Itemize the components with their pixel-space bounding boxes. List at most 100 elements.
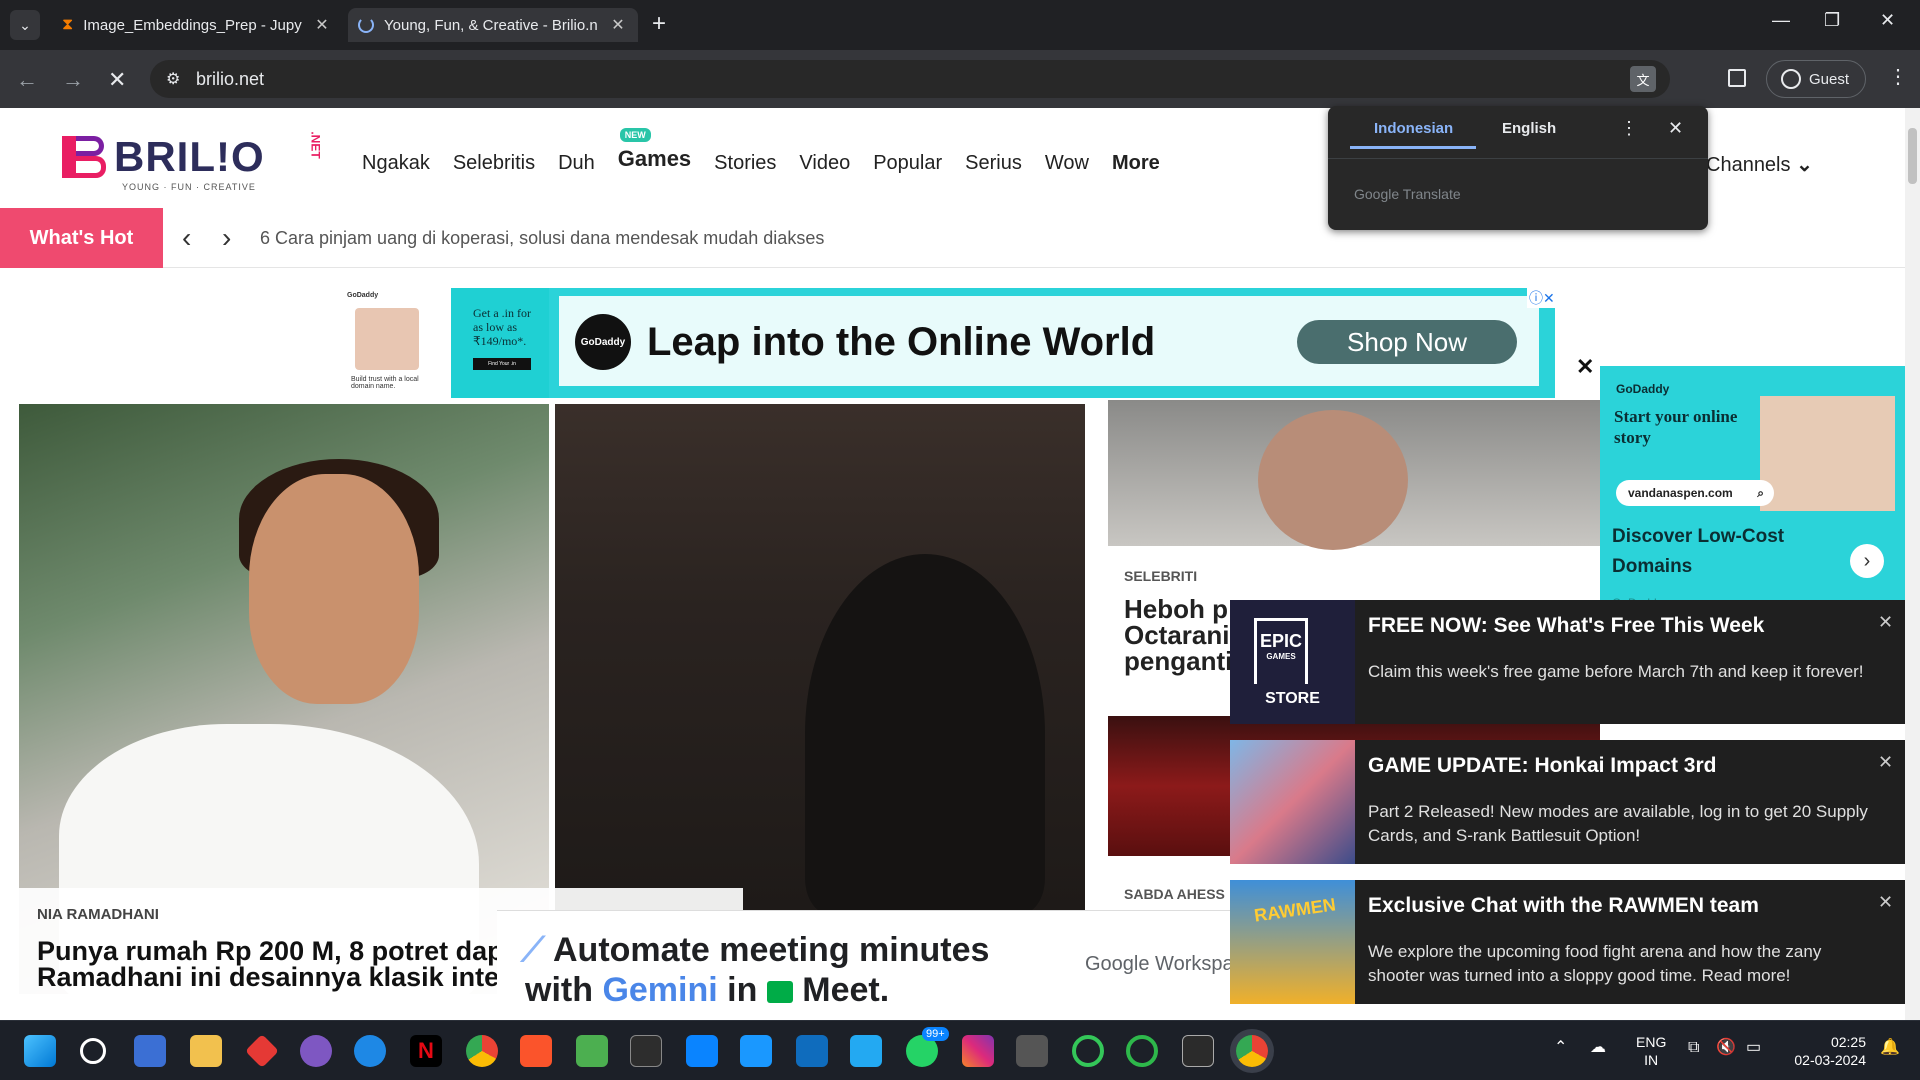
side-panel-icon[interactable] bbox=[1728, 69, 1746, 87]
article-title[interactable]: Heboh p Octarani penganti bbox=[1124, 596, 1234, 674]
close-icon[interactable]: ✕ bbox=[1878, 612, 1893, 633]
close-ad-icon[interactable]: ✕ bbox=[1576, 354, 1594, 380]
site-info-icon[interactable]: ⚙ bbox=[166, 69, 180, 89]
search-icon[interactable] bbox=[80, 1038, 106, 1064]
channels-dropdown[interactable]: Channels ⌄ bbox=[1706, 152, 1813, 177]
notification-body: We explore the upcoming food fight arena… bbox=[1368, 942, 1822, 985]
forward-icon[interactable]: → bbox=[62, 67, 84, 93]
channels-label: Channels bbox=[1706, 154, 1791, 176]
image-viewer-icon[interactable] bbox=[576, 1035, 608, 1067]
language-indicator[interactable]: ENG IN bbox=[1636, 1033, 1666, 1069]
close-icon[interactable]: ✕ bbox=[1668, 118, 1683, 139]
menu-item-video[interactable]: Video bbox=[799, 152, 850, 178]
instagram-icon[interactable] bbox=[962, 1035, 994, 1067]
menu-item-wow[interactable]: Wow bbox=[1045, 152, 1089, 178]
google-workspace-ad[interactable]: ⟋ Automate meeting minutes with Gemini i… bbox=[497, 910, 1255, 1020]
translate-source-tab[interactable]: Indonesian bbox=[1374, 120, 1453, 137]
chrome-icon[interactable] bbox=[466, 1035, 498, 1067]
ad-promo-cta[interactable]: Find Your .in bbox=[473, 358, 531, 370]
new-tab-button[interactable]: + bbox=[652, 10, 666, 38]
app-red-diamond-icon[interactable] bbox=[245, 1034, 279, 1068]
network-icon[interactable]: ⧉ bbox=[1688, 1039, 1699, 1057]
brave-icon[interactable] bbox=[520, 1035, 552, 1067]
hero-category[interactable]: NIA RAMADHANI bbox=[37, 906, 159, 923]
netflix-icon[interactable]: N bbox=[410, 1035, 442, 1067]
godaddy-side-ad[interactable]: ✕ GoDaddy Start your online story vandan… bbox=[1576, 354, 1905, 612]
menu-item-duh[interactable]: Duh bbox=[558, 152, 595, 178]
article-category[interactable]: SELEBRITI bbox=[1124, 568, 1197, 584]
tab-brilio[interactable]: Young, Fun, & Creative - Brilio.n ✕ bbox=[348, 8, 638, 42]
edge-icon[interactable] bbox=[354, 1035, 386, 1067]
close-tab-icon[interactable]: ✕ bbox=[312, 15, 332, 35]
powershell-icon[interactable] bbox=[1182, 1035, 1214, 1067]
minimize-button[interactable]: — bbox=[1772, 10, 1790, 31]
volume-muted-icon[interactable]: 🔇 bbox=[1716, 1039, 1736, 1057]
windows-security-icon[interactable] bbox=[686, 1035, 718, 1067]
menu-item-serius[interactable]: Serius bbox=[965, 152, 1022, 178]
back-icon[interactable]: ← bbox=[16, 67, 38, 93]
chevron-right-icon[interactable]: › bbox=[222, 222, 231, 254]
notification-toast[interactable]: GAME UPDATE: Honkai Impact 3rd Part 2 Re… bbox=[1230, 740, 1905, 864]
chrome-icon[interactable] bbox=[1236, 1035, 1268, 1067]
menu-item-ngakak[interactable]: Ngakak bbox=[362, 152, 430, 178]
more-options-icon[interactable]: ⋮ bbox=[1620, 118, 1638, 139]
hero-title[interactable]: Punya rumah Rp 200 M, 8 potret dap Ramad… bbox=[37, 938, 517, 991]
cloud-icon[interactable]: ☁ bbox=[1590, 1039, 1606, 1057]
notification-bell-icon[interactable]: 🔔 bbox=[1880, 1039, 1900, 1057]
sync-circle-icon[interactable] bbox=[1072, 1035, 1104, 1067]
clock-date: 02-03-2024 bbox=[1794, 1052, 1866, 1068]
close-tab-icon[interactable]: ✕ bbox=[608, 15, 628, 35]
whatsapp-icon[interactable]: 99+ bbox=[906, 1027, 949, 1067]
stop-loading-icon[interactable]: ✕ bbox=[108, 67, 126, 93]
profile-button[interactable]: Guest bbox=[1766, 60, 1866, 98]
menu-item-popular[interactable]: Popular bbox=[873, 152, 942, 178]
battery-icon[interactable]: ▭ bbox=[1746, 1039, 1761, 1057]
notification-title: GAME UPDATE: Honkai Impact 3rd bbox=[1368, 754, 1717, 777]
maximize-button[interactable]: ❐ bbox=[1824, 10, 1840, 31]
region-label: IN bbox=[1644, 1052, 1659, 1068]
menu-item-stories[interactable]: Stories bbox=[714, 152, 776, 178]
notification-toast[interactable]: RAWMEN Exclusive Chat with the RAWMEN te… bbox=[1230, 880, 1905, 1004]
chevron-up-icon[interactable]: ⌃ bbox=[1554, 1039, 1567, 1057]
virtual-machine-icon[interactable] bbox=[1016, 1035, 1048, 1067]
vscode-icon[interactable] bbox=[850, 1035, 882, 1067]
notification-toast[interactable]: EPIC GAMES STORE FREE NOW: See What's Fr… bbox=[1230, 600, 1905, 724]
tab-jupyter[interactable]: ⧗ Image_Embeddings_Prep - Jupy ✕ bbox=[52, 8, 342, 42]
menu-item-more[interactable]: More bbox=[1112, 152, 1160, 178]
menu-item-games[interactable]: NEW Games bbox=[618, 128, 691, 172]
scrollbar-thumb[interactable] bbox=[1908, 128, 1917, 184]
ad-promo-text: Get a .in for as low as ₹149/mo*. Find Y… bbox=[451, 288, 549, 398]
site-logo[interactable]: BRIL!O .NET YOUNG · FUN · CREATIVE bbox=[62, 131, 323, 192]
windows-start-icon[interactable] bbox=[24, 1035, 56, 1067]
chevron-down-icon: ⌄ bbox=[1796, 154, 1813, 176]
file-explorer-icon[interactable] bbox=[190, 1035, 222, 1067]
close-icon[interactable]: ✕ bbox=[1878, 752, 1893, 773]
tab-list-dropdown-button[interactable]: ⌄ bbox=[10, 10, 40, 40]
refresh-circle-icon[interactable] bbox=[1126, 1035, 1158, 1067]
outlook-icon[interactable] bbox=[796, 1035, 828, 1067]
chevron-left-icon[interactable]: ‹ bbox=[182, 222, 191, 254]
godaddy-banner-ad[interactable]: GoDaddy Build trust with a local domain … bbox=[343, 288, 1557, 398]
article-category[interactable]: SABDA AHESS bbox=[1124, 886, 1225, 902]
ad-choices-icon[interactable]: ⓘ✕ bbox=[1527, 288, 1557, 308]
menu-item-selebritis[interactable]: Selebritis bbox=[453, 152, 535, 178]
whats-hot-headline[interactable]: 6 Cara pinjam uang di koperasi, solusi d… bbox=[260, 228, 824, 249]
translate-target-tab[interactable]: English bbox=[1502, 120, 1556, 137]
browser-menu-icon[interactable]: ⋮ bbox=[1888, 64, 1908, 89]
shop-now-button[interactable]: Shop Now bbox=[1297, 320, 1517, 364]
clock[interactable]: 02:25 02-03-2024 bbox=[1786, 1033, 1866, 1069]
close-window-button[interactable]: ✕ bbox=[1880, 10, 1895, 31]
translate-provider: Google Translate bbox=[1354, 186, 1461, 202]
terminal-icon[interactable] bbox=[630, 1035, 662, 1067]
hero-image-middle[interactable] bbox=[555, 404, 1085, 914]
address-bar[interactable]: ⚙ brilio.net 文 bbox=[150, 60, 1670, 98]
rawmen-icon: RAWMEN bbox=[1230, 880, 1355, 1004]
close-icon[interactable]: ✕ bbox=[1878, 892, 1893, 913]
copilot-icon[interactable] bbox=[300, 1035, 332, 1067]
prime-video-icon[interactable] bbox=[740, 1035, 772, 1067]
microsoft-store-icon[interactable] bbox=[134, 1035, 166, 1067]
translate-icon[interactable]: 文 bbox=[1630, 66, 1656, 92]
page-scrollbar[interactable] bbox=[1905, 108, 1920, 1020]
ad-domain-search[interactable]: vandanaspen.com ⌕ bbox=[1616, 480, 1774, 506]
chevron-right-icon[interactable]: › bbox=[1850, 544, 1884, 578]
